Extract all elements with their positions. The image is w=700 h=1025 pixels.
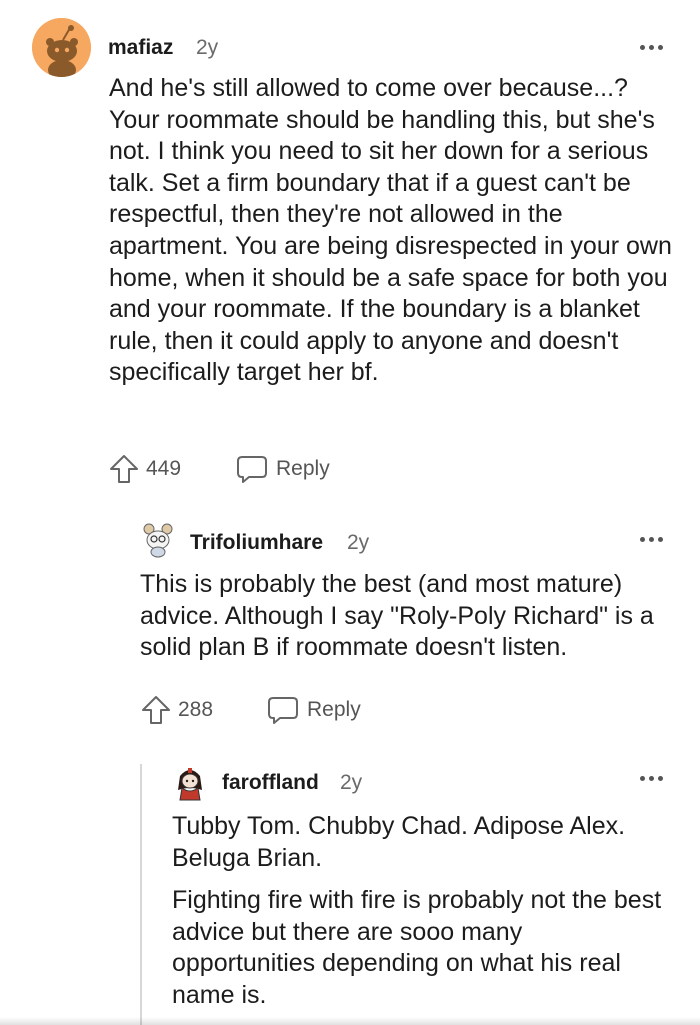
comment-paragraph: Tubby Tom. Chubby Chad. Adipose Alex. Be… [172,812,626,872]
comment-body: Tubby Tom. Chubby Chad. Adipose Alex. Be… [172,811,672,1012]
bottom-edge-shadow [0,1017,700,1025]
timestamp: 2y [340,771,363,794]
snoo-avatar-icon [178,768,202,801]
avatar[interactable] [172,764,208,802]
comment-paragraph: Fighting fire with fire is probably not … [172,886,662,1009]
username[interactable]: faroffland [222,771,319,795]
more-options-icon[interactable] [640,773,666,783]
comment-faroffland: faroffland 2y Tubby Tom. Chubby Chad. Ad… [0,0,700,1025]
